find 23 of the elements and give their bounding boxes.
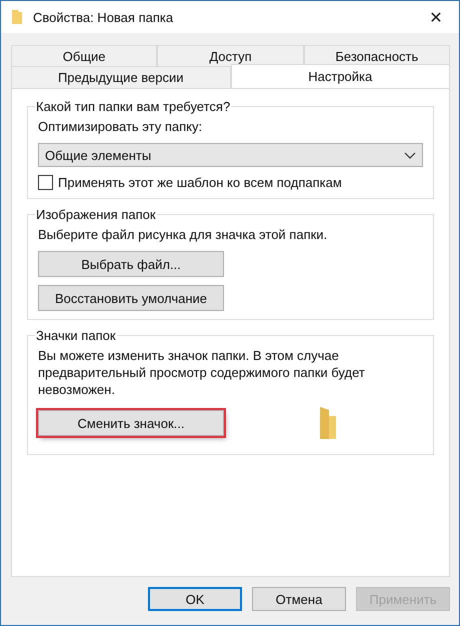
folder-icon bbox=[11, 9, 23, 25]
group-title: Какой тип папки вам требуется? bbox=[35, 99, 232, 114]
action-button[interactable]: Сменить значок... bbox=[38, 410, 224, 436]
dialog-button[interactable]: OK bbox=[148, 587, 242, 611]
action-button[interactable]: Восстановить умолчание bbox=[38, 285, 224, 311]
checkbox[interactable] bbox=[38, 175, 53, 190]
checkbox-label[interactable]: Применять этот же шаблон ко всем подпапкам bbox=[38, 175, 423, 190]
dropdown[interactable]: Общие элементы bbox=[38, 143, 423, 167]
window-title: Свойства: Новая папка bbox=[33, 10, 174, 24]
tab[interactable]: Предыдущие версии bbox=[11, 66, 230, 88]
action-button[interactable]: Выбрать файл... bbox=[38, 251, 224, 277]
tab[interactable]: Безопасность bbox=[304, 45, 450, 66]
tab[interactable]: Настройка bbox=[230, 64, 450, 88]
dialog-button[interactable]: Отмена bbox=[252, 587, 346, 611]
folder-icon bbox=[319, 406, 337, 440]
description-text: Вы можете изменить значок папки. В этом случае предварительный просмотр содержимого папки будет невозможен. bbox=[38, 347, 366, 398]
group-title: Изображения папок bbox=[35, 207, 157, 222]
chevron-icon bbox=[404, 152, 416, 158]
tab[interactable]: Доступ bbox=[157, 45, 304, 66]
tab[interactable]: Общие bbox=[11, 45, 158, 66]
group-title: Значки папок bbox=[35, 328, 117, 343]
description-text: Выберите файл рисунка для значка этой папки. bbox=[38, 226, 328, 243]
description-text: Оптимизировать эту папку: bbox=[38, 118, 204, 135]
